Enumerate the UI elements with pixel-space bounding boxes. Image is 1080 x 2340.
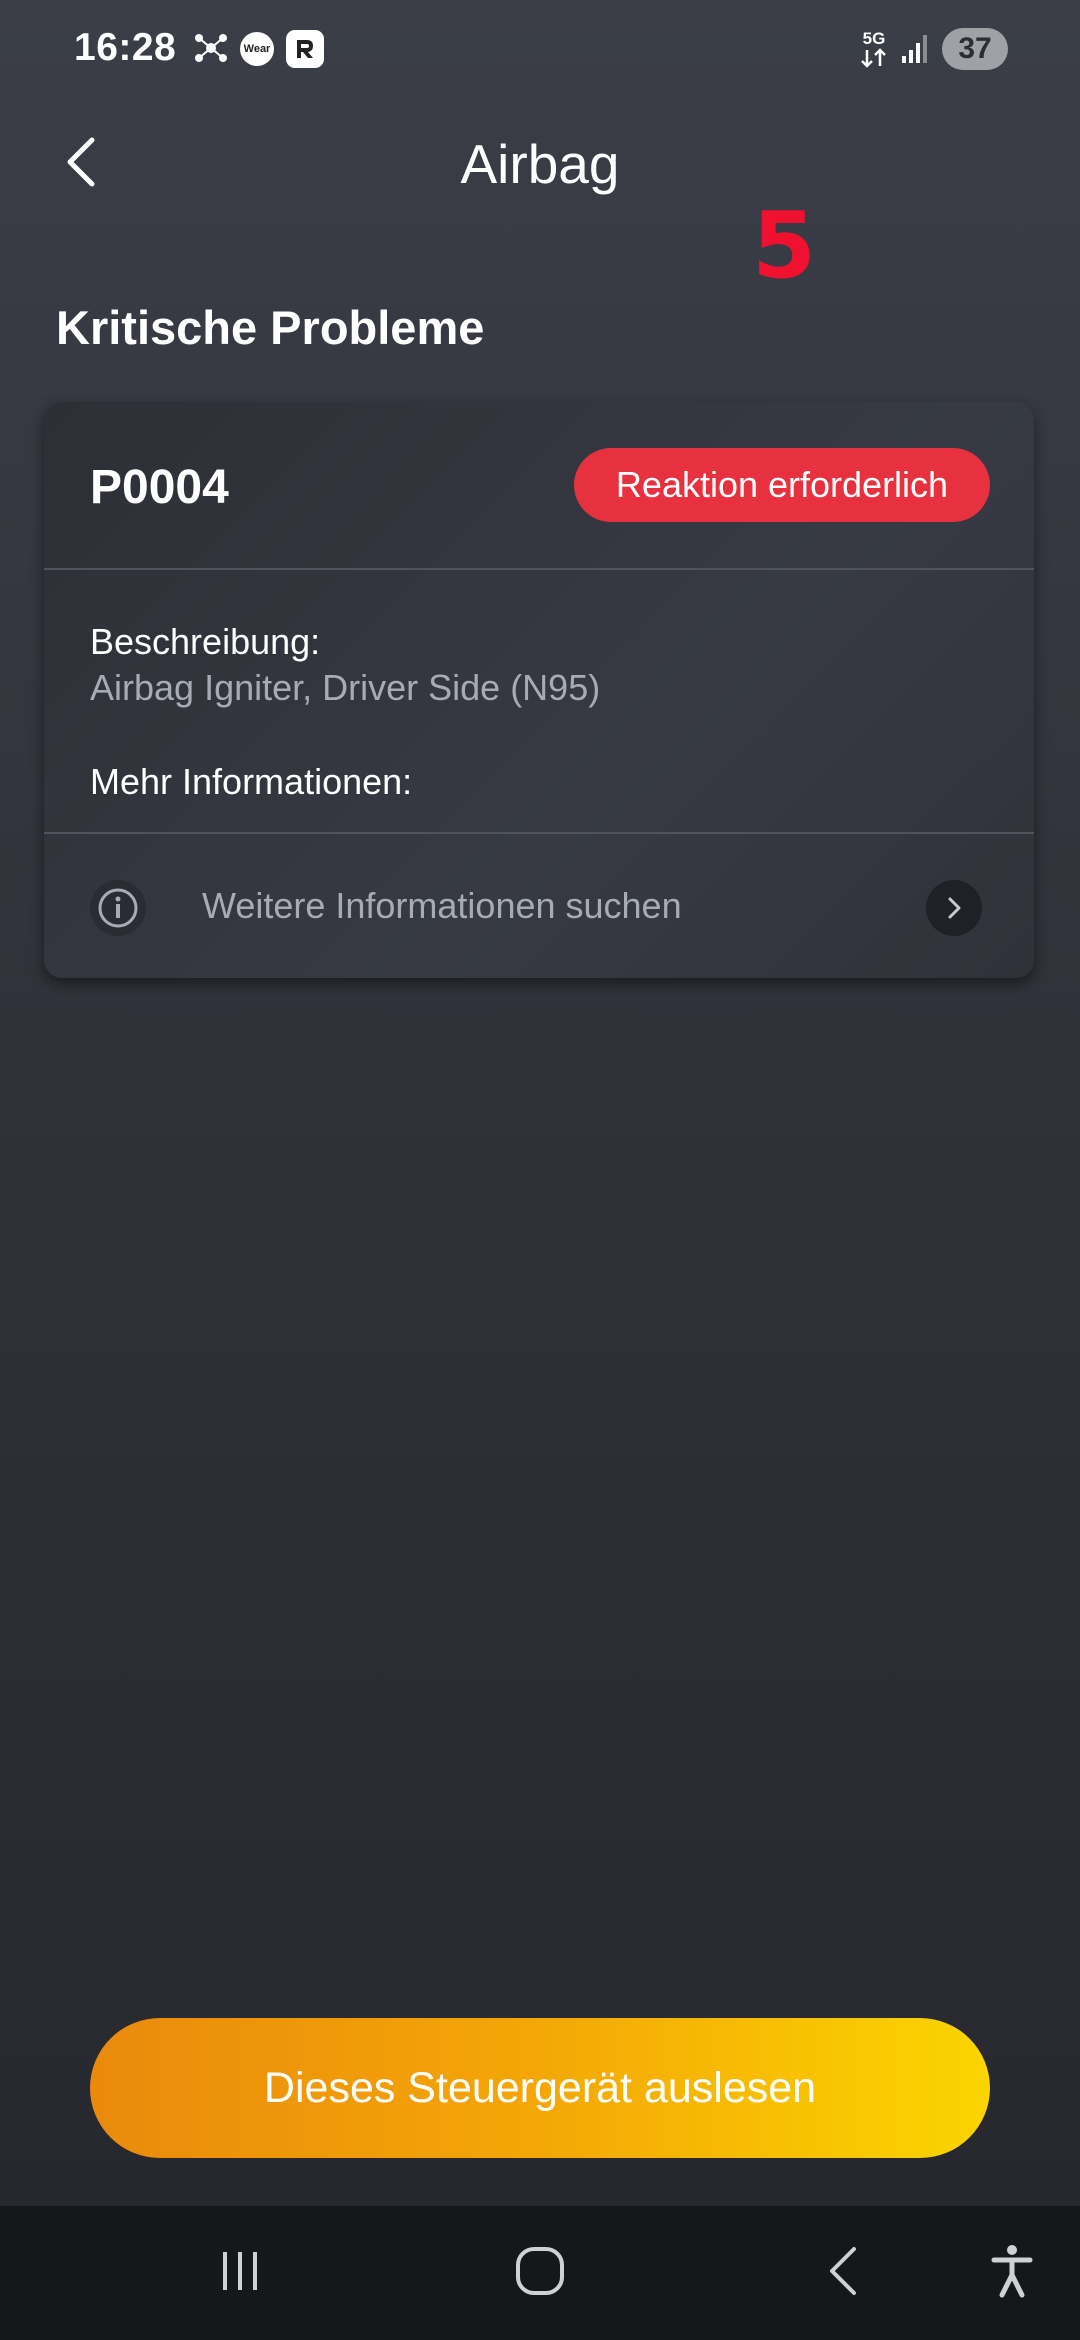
5g-label: 5G xyxy=(862,29,886,48)
error-code: P0004 xyxy=(90,461,229,514)
nav-back-icon[interactable] xyxy=(804,2236,884,2306)
signal-icon xyxy=(900,32,930,64)
recents-icon[interactable] xyxy=(200,2236,280,2306)
info-icon xyxy=(90,880,146,936)
read-control-unit-button[interactable]: Dieses Steuergerät auslesen xyxy=(90,2018,990,2158)
description-label: Beschreibung: xyxy=(90,621,321,662)
search-more-info-link[interactable]: Weitere Informationen suchen xyxy=(202,884,682,928)
section-title: Kritische Probleme xyxy=(56,301,485,354)
system-nav-bar xyxy=(0,2206,1080,2340)
battery-icon: 37 xyxy=(942,28,1008,70)
network-icon xyxy=(193,30,229,66)
home-icon[interactable] xyxy=(500,2236,580,2306)
search-more-info-row[interactable]: Weitere Informationen suchen xyxy=(44,834,1034,978)
status-badge: Reaktion erforderlich xyxy=(574,448,990,522)
r-app-icon xyxy=(286,30,324,68)
more-info-label: Mehr Informationen: xyxy=(90,761,413,802)
issue-card: P0004 Reaktion erforderlich Beschreibung… xyxy=(44,402,1034,978)
status-bar: 16:28 Wear 5G 37 xyxy=(0,0,1080,100)
wear-icon: Wear xyxy=(240,32,274,66)
divider xyxy=(44,568,1034,570)
description-value: Airbag Igniter, Driver Side (N95) xyxy=(90,667,601,708)
status-time: 16:28 xyxy=(74,26,177,69)
5g-icon: 5G xyxy=(858,30,890,70)
chevron-right-icon[interactable] xyxy=(926,880,982,936)
accessibility-icon[interactable] xyxy=(972,2236,1052,2306)
annotation-number: 5 xyxy=(752,192,817,299)
page-title: Airbag xyxy=(460,133,620,195)
